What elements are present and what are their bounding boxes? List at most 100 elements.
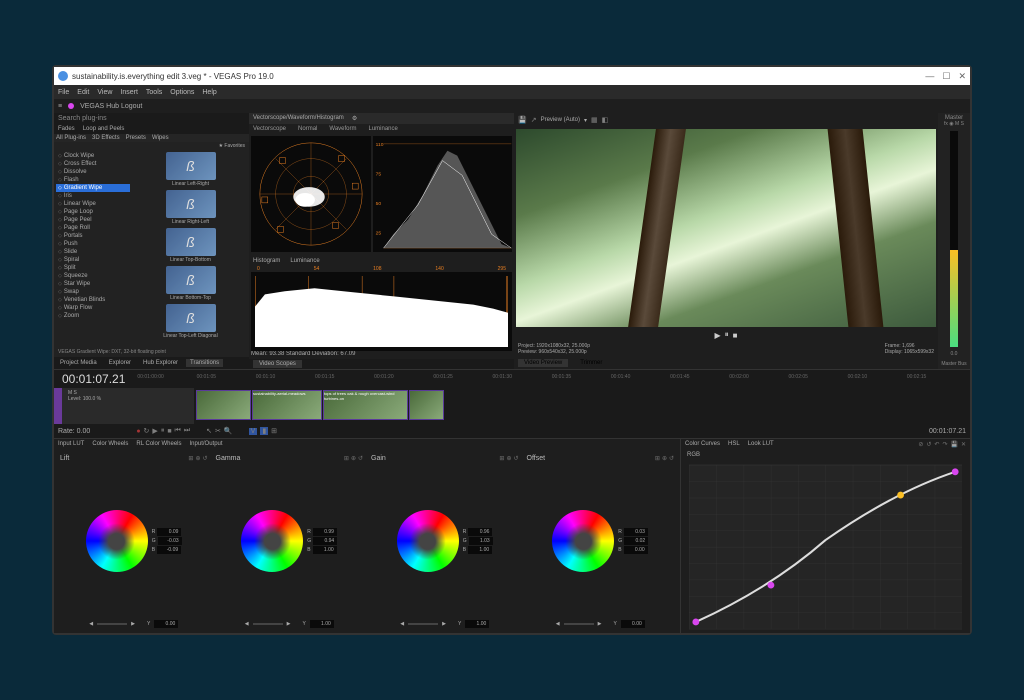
plugin-item[interactable]: Dissolve [56,168,130,176]
scope-mode[interactable]: Normal [298,126,317,132]
rgb-curve[interactable] [689,464,962,630]
preview-split-icon[interactable]: ▦ [591,116,598,124]
tl-tool-zoom[interactable]: 🔍 [224,427,233,435]
wheel-tab[interactable]: Input/Output [190,441,223,447]
tl-tool-cursor[interactable]: ↖ [206,427,212,435]
tl-stop-button[interactable]: ■ [167,428,171,435]
plugin-item[interactable]: Push [56,240,130,248]
plugin-item[interactable]: Squeeze [56,272,130,280]
wheel-tab[interactable]: RL Color Wheels [136,441,181,447]
tl-start-button[interactable]: ⏮ [175,427,181,435]
tl-tool-cut[interactable]: ✂ [215,427,221,435]
menu-options[interactable]: Options [170,89,194,96]
panel-tab[interactable]: Hub Explorer [139,359,182,367]
tl-record-button[interactable]: ● [136,428,140,435]
scopes-settings-icon[interactable]: ⚙ [352,115,357,122]
menu-edit[interactable]: Edit [77,89,89,96]
wheel-tab[interactable]: Input LUT [58,441,84,447]
menu-tools[interactable]: Tools [146,89,162,96]
plugin-item[interactable]: Page Roll [56,224,130,232]
scope-mode[interactable]: Vectorscope [253,126,286,132]
transition-preset[interactable]: ßLinear Left-Right [134,152,247,187]
hist-mode[interactable]: Histogram [253,258,280,264]
color-wheel[interactable] [86,510,148,572]
tl-marker-a[interactable]: ▮ [260,427,268,435]
preview-ext-icon[interactable]: ↗ [531,116,537,124]
curve-tab[interactable]: Color Curves [685,441,720,448]
play-button[interactable]: ▶ [715,331,721,340]
curve-tab[interactable]: Look LUT [748,441,774,448]
preview-tab[interactable]: Trimmer [574,359,608,367]
stop-button[interactable]: ■ [733,331,738,340]
transition-preset[interactable]: ßLinear Top-Left Diagonal [134,304,247,339]
menu-file[interactable]: File [58,89,69,96]
scope-mode[interactable]: Luminance [369,126,398,132]
master-fx-icon[interactable]: fx ◉ M S [944,121,964,127]
plugin-item[interactable]: Iris [56,192,130,200]
curve-channel-label[interactable]: RGB [681,450,970,460]
clip[interactable]: tops of trees oak & rough overcast-wind … [323,390,408,420]
panel-tab[interactable]: Explorer [105,359,135,367]
plugin-item[interactable]: Star Wipe [56,280,130,288]
left-subtab[interactable]: All Plug-ins [56,135,86,141]
left-subtab[interactable]: 3D Effects [92,135,120,141]
curve-undo-icon[interactable]: ↶ [934,441,939,448]
wheel-tab[interactable]: Color Wheels [92,441,128,447]
color-wheel[interactable] [552,510,614,572]
plugin-item[interactable]: Portals [56,232,130,240]
plugin-item[interactable]: Slide [56,248,130,256]
plugin-item[interactable]: Swap [56,288,130,296]
tl-marker-v[interactable]: V [249,428,258,435]
left-tab[interactable]: Fades [54,124,79,134]
plugin-item[interactable]: Split [56,264,130,272]
hamburger-icon[interactable]: ≡ [58,103,62,110]
hist-mode[interactable]: Luminance [290,258,319,264]
favorites-toggle[interactable]: ★ Favorites [54,142,249,150]
track-header[interactable]: M S Level: 100.0 % [54,388,194,424]
tl-play-button[interactable]: ▶ [152,427,157,435]
curve-close-icon[interactable]: ✕ [961,441,966,448]
plugin-item[interactable]: Zoom [56,312,130,320]
plugin-item[interactable]: Gradient Wipe [56,184,130,192]
menu-insert[interactable]: Insert [120,89,138,96]
preview-tab[interactable]: Video Preview [518,359,568,367]
curve-bypass-icon[interactable]: ⊘ [918,441,923,448]
minimize-button[interactable]: — [925,71,934,82]
transition-preset[interactable]: ßLinear Right-Left [134,190,247,225]
tl-loop-button[interactable]: ↻ [144,427,150,435]
pause-button[interactable]: ⏸ [725,330,729,340]
plugin-item[interactable]: Page Peel [56,216,130,224]
curve-reset-icon[interactable]: ↺ [926,441,931,448]
plugin-item[interactable]: Clock Wipe [56,152,130,160]
close-button[interactable]: ✕ [958,71,966,82]
plugin-item[interactable]: Flash [56,176,130,184]
curve-redo-icon[interactable]: ↷ [942,441,947,448]
plugin-item[interactable]: Linear Wipe [56,200,130,208]
hub-logout[interactable]: VEGAS Hub Logout [80,103,142,110]
clip[interactable]: sustainability-aerial-meadows [252,390,322,420]
panel-tab[interactable]: Transitions [186,359,223,367]
transition-preset[interactable]: ßLinear Top-Bottom [134,228,247,263]
left-tab[interactable]: Loop and Peels [79,124,129,134]
curve-save-icon[interactable]: 💾 [950,441,957,448]
plugin-item[interactable]: Cross Effect [56,160,130,168]
timeline-clips[interactable]: sustainability-aerial-meadows tops of tr… [194,388,970,424]
plugin-item[interactable]: Spiral [56,256,130,264]
panel-tab[interactable]: Project Media [56,359,101,367]
video-scopes-tab[interactable]: Video Scopes [253,360,302,368]
tl-end-button[interactable]: ⏭ [184,427,190,435]
left-subtab[interactable]: Presets [126,135,146,141]
plugin-item[interactable]: Venetian Blinds [56,296,130,304]
scope-mode[interactable]: Waveform [329,126,356,132]
clip[interactable] [409,390,444,420]
menu-view[interactable]: View [97,89,112,96]
plugin-item[interactable]: Page Loop [56,208,130,216]
transition-preset[interactable]: ßLinear Bottom-Top [134,266,247,301]
tl-pause-button[interactable]: ⏸ [161,427,165,435]
search-input[interactable]: Search plug-ins [54,113,249,124]
left-subtab[interactable]: Wipes [152,135,169,141]
curve-tab[interactable]: HSL [728,441,740,448]
preview-overlay-icon[interactable]: ◧ [602,116,609,124]
preview-save-icon[interactable]: 💾 [518,116,527,124]
color-wheel[interactable] [397,510,459,572]
